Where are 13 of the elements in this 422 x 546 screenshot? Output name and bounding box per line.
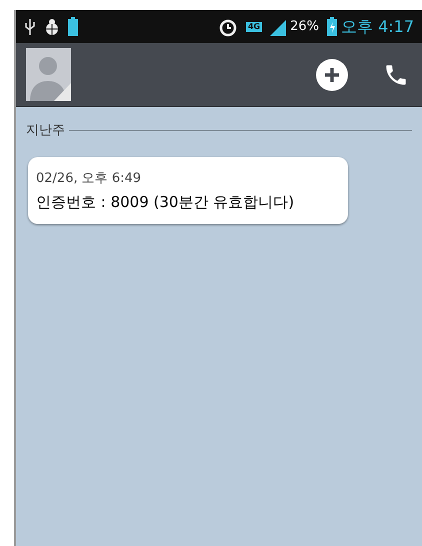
signal-icon [270, 18, 286, 36]
battery-percent: 26% [290, 18, 319, 36]
clock: 오후 4:17 [340, 16, 414, 38]
bug-icon [44, 18, 60, 36]
section-label: 지난주 [26, 122, 65, 140]
plus-icon [323, 66, 341, 84]
battery-icon [68, 17, 78, 36]
usb-icon [24, 18, 36, 36]
charging-battery-icon [326, 17, 337, 36]
add-button[interactable] [316, 58, 348, 90]
message-text: 인증번호 : 8009 (30분간 유효합니다) [36, 192, 296, 213]
network-label: 4G [246, 22, 262, 32]
message-timestamp: 02/26, 오후 6:49 [36, 170, 142, 188]
